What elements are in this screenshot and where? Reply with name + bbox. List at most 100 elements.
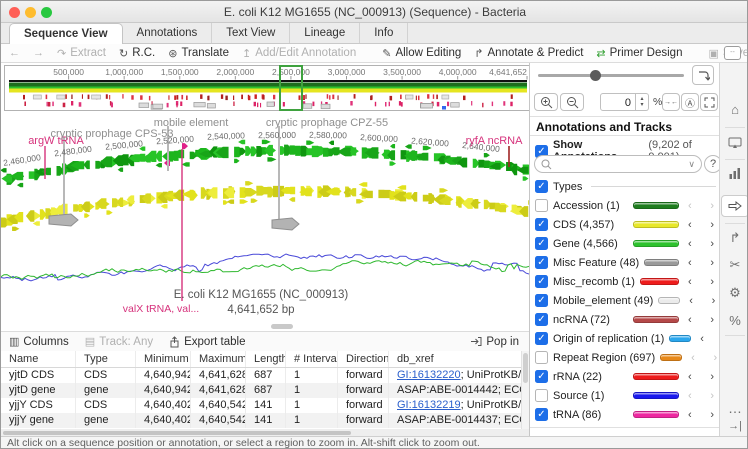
table-horizontal-scrollbar[interactable] [1, 429, 529, 436]
tab-sequence-view[interactable]: Sequence View [9, 23, 123, 44]
splitter-handle[interactable] [271, 324, 293, 329]
column-header-type[interactable]: Type [76, 351, 136, 367]
next-annotation-icon[interactable]: › [710, 371, 714, 383]
zoom-stepper[interactable]: ▴▾ [636, 93, 649, 111]
next-annotation-icon[interactable]: › [710, 219, 714, 231]
column-header-maximum[interactable]: Maximum [191, 351, 246, 367]
column-header-length[interactable]: Length [246, 351, 286, 367]
column-header-direction[interactable]: Direction [338, 351, 389, 367]
pop-in-button[interactable]: Pop in [470, 336, 519, 348]
primer-design-button[interactable]: ⇄Primer Design [596, 47, 682, 60]
zoom-in-button[interactable] [534, 93, 558, 111]
gear-icon[interactable]: ⚙ [720, 285, 748, 301]
columns-button[interactable]: ▥Columns [9, 335, 69, 348]
annotation-label-ryfa-ncrna[interactable]: ryfA ncRNA [466, 135, 523, 147]
add-edit-annotation-button[interactable]: ↥Add/Edit Annotation [242, 47, 356, 60]
zoom-to-annotation-button[interactable]: Ⓐ [681, 93, 699, 111]
export-table-button[interactable]: Export table [169, 336, 245, 348]
chart-icon[interactable] [729, 167, 741, 179]
prev-annotation-icon[interactable]: ‹ [688, 390, 692, 402]
prev-annotation-icon[interactable]: ‹ [688, 257, 692, 269]
reset-zoom-button[interactable] [692, 65, 714, 85]
column-header-minimum[interactable]: Minimum ▼ [136, 351, 191, 367]
next-annotation-icon[interactable]: › [710, 200, 714, 212]
types-checkbox[interactable]: ✓ [535, 180, 548, 193]
next-annotation-icon[interactable]: › [710, 314, 714, 326]
screen-view-icon[interactable] [728, 137, 742, 149]
annotation-label-prophage-cpz55[interactable]: cryptic prophage CPZ-55 [266, 117, 388, 129]
type-color-bar[interactable] [640, 278, 679, 285]
genome-overview-panel[interactable]: 500,0001,000,0001,500,0002,000,0002,500,… [4, 65, 534, 111]
table-row[interactable]: yjtD CDSCDS4,640,9424,641,6286871forward… [1, 368, 521, 383]
annotation-search-input[interactable]: ∨ [534, 155, 702, 173]
translate-button[interactable]: ⊛Translate [168, 47, 229, 60]
chevron-down-icon[interactable]: ∨ [688, 159, 695, 170]
home-icon[interactable]: ⌂ [720, 102, 748, 117]
type-color-bar[interactable] [633, 373, 679, 380]
table-vertical-scrollbar[interactable] [521, 351, 529, 429]
allow-editing-button[interactable]: ✎Allow Editing [382, 47, 461, 60]
type-checkbox[interactable]: ✓ [535, 313, 548, 326]
db-xref-link[interactable]: GI:16132220 [397, 369, 461, 381]
toolbar-overflow-icon[interactable]: -- [724, 46, 741, 60]
type-checkbox[interactable]: ✓ [535, 370, 548, 383]
next-annotation-icon[interactable]: › [710, 238, 714, 250]
scrollbar-thumb[interactable] [523, 353, 528, 383]
type-color-bar[interactable] [660, 354, 682, 361]
table-row[interactable]: yjtD genegene4,640,9424,641,6286871forwa… [1, 383, 521, 398]
next-annotation-icon[interactable]: › [710, 276, 714, 288]
full-zoom-button[interactable] [700, 93, 718, 111]
annotate-predict-button[interactable]: ↱Annotate & Predict [474, 47, 583, 60]
reverse-complement-button[interactable]: ↻R.C. [119, 47, 155, 60]
prev-annotation-icon[interactable]: ‹ [691, 352, 695, 364]
tab-annotations[interactable]: Annotations [123, 23, 213, 43]
type-color-bar[interactable] [633, 221, 679, 228]
next-annotation-icon[interactable]: › [710, 390, 714, 402]
type-checkbox[interactable]: ✓ [535, 256, 548, 269]
prev-annotation-icon[interactable]: ‹ [688, 314, 692, 326]
zoom-slider[interactable] [538, 74, 684, 77]
tab-text-view[interactable]: Text View [212, 23, 290, 43]
column-header-dbxref[interactable]: db_xref [389, 351, 521, 367]
collapse-panel-icon[interactable]: →| [720, 420, 748, 432]
prev-annotation-icon[interactable]: ‹ [688, 371, 692, 383]
type-checkbox[interactable] [535, 351, 548, 364]
forward-button[interactable]: → [33, 47, 44, 59]
fit-to-width-button[interactable]: →← [662, 93, 680, 111]
db-xref-link[interactable]: GI:16132219 [397, 399, 461, 411]
tab-info[interactable]: Info [360, 23, 408, 43]
annotation-label-valx-trna[interactable]: valX tRNA, val... [123, 303, 199, 315]
stepper-down-icon[interactable]: ▾ [640, 102, 643, 108]
prev-annotation-icon[interactable]: ‹ [688, 200, 692, 212]
more-options-icon[interactable]: … [720, 400, 748, 416]
type-color-bar[interactable] [633, 411, 679, 418]
prev-annotation-icon[interactable]: ‹ [688, 276, 692, 288]
tab-lineage[interactable]: Lineage [290, 23, 360, 43]
annotation-label-mobile-element[interactable]: mobile element [154, 117, 229, 129]
type-color-bar[interactable] [669, 335, 691, 342]
type-checkbox[interactable]: ✓ [535, 237, 548, 250]
next-annotation-icon[interactable]: › [710, 409, 714, 421]
prev-annotation-icon[interactable]: ‹ [688, 409, 692, 421]
prev-annotation-icon[interactable]: ‹ [688, 219, 692, 231]
type-checkbox[interactable]: ✓ [535, 294, 548, 307]
type-checkbox[interactable]: ✓ [535, 218, 548, 231]
table-row[interactable]: yjjY genegene4,640,4024,640,5421411forwa… [1, 413, 521, 428]
prev-annotation-icon[interactable]: ‹ [689, 295, 693, 307]
back-button[interactable]: ← [9, 47, 20, 59]
prev-annotation-icon[interactable]: ‹ [688, 238, 692, 250]
type-color-bar[interactable] [633, 240, 679, 247]
overview-selection-box[interactable] [279, 65, 303, 111]
annotate-arrow-icon[interactable]: ↱ [720, 230, 748, 246]
next-annotation-icon[interactable]: › [713, 352, 717, 364]
scissors-icon[interactable]: ✂ [720, 257, 748, 273]
scrollbar-thumb[interactable] [3, 431, 351, 435]
prev-annotation-icon[interactable]: ‹ [700, 333, 704, 345]
type-checkbox[interactable]: ✓ [535, 332, 548, 345]
extract-button[interactable]: ↷Extract [57, 47, 106, 60]
zoom-slider-handle[interactable] [590, 70, 601, 81]
type-color-bar[interactable] [633, 202, 679, 209]
annotation-label-prophage-cps53[interactable]: cryptic prophage CPS-53 [51, 128, 174, 140]
type-checkbox[interactable]: ✓ [535, 408, 548, 421]
percent-icon[interactable]: % [720, 313, 748, 328]
